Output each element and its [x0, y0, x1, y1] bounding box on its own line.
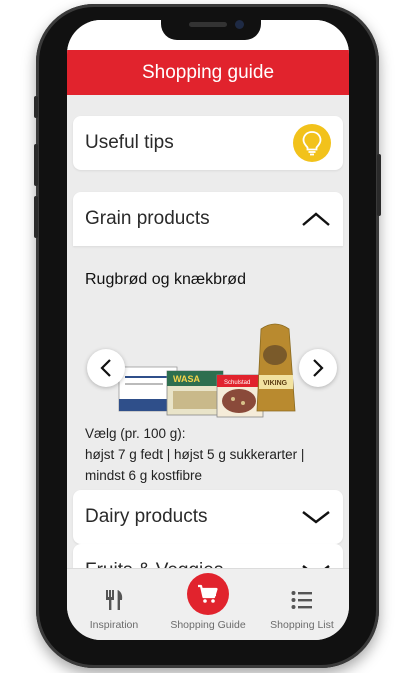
- grain-description: Vælg (pr. 100 g): højst 7 g fedt | højst…: [85, 423, 335, 486]
- dairy-products-card[interactable]: Dairy products: [73, 490, 343, 544]
- phone-power-button: [377, 154, 381, 216]
- grain-products-content: Rugbrød og knækbrød WASA Schulstad VIKIN…: [73, 265, 343, 483]
- useful-tips-label: Useful tips: [85, 132, 174, 153]
- tab-inspiration[interactable]: Inspiration: [67, 569, 161, 640]
- chevron-left-icon: [100, 359, 111, 377]
- product-image-carousel: WASA Schulstad VIKING: [113, 315, 303, 419]
- tab-inspiration-label: Inspiration: [89, 619, 139, 631]
- useful-tips-card[interactable]: Useful tips: [73, 116, 343, 170]
- chevron-right-icon: [313, 359, 324, 377]
- app-screen: Shopping guide Useful tips Grain product…: [67, 20, 349, 640]
- carousel-prev-button[interactable]: [87, 349, 125, 387]
- tab-shopping-list-label: Shopping List: [270, 619, 334, 631]
- carousel-next-button[interactable]: [299, 349, 337, 387]
- bottom-tab-bar: Inspiration Shopping Guide Shopping List: [67, 568, 349, 640]
- phone-side-button: [34, 96, 38, 118]
- viking-product-label: VIKING: [263, 380, 288, 387]
- front-camera: [235, 20, 244, 29]
- grain-description-line: Vælg (pr. 100 g):: [85, 426, 186, 441]
- cart-icon: [187, 573, 229, 615]
- grain-products-card[interactable]: Grain products: [73, 192, 343, 246]
- speaker-grille: [189, 22, 227, 27]
- tab-shopping-guide[interactable]: Shopping Guide: [161, 569, 255, 640]
- tab-shopping-guide-label: Shopping Guide: [170, 619, 246, 631]
- fork-knife-icon: [104, 587, 124, 613]
- list-icon: [291, 587, 313, 613]
- page-title: Shopping guide: [141, 61, 275, 83]
- phone-notch: [161, 14, 261, 40]
- phone-volume-up-button: [34, 144, 38, 186]
- wasa-product-label: WASA: [173, 374, 201, 384]
- app-header: Shopping guide: [67, 50, 349, 95]
- phone-volume-down-button: [34, 196, 38, 238]
- tab-shopping-list[interactable]: Shopping List: [255, 569, 349, 640]
- grain-products-label: Grain products: [85, 208, 210, 229]
- chevron-down-icon[interactable]: [301, 507, 331, 527]
- lightbulb-icon[interactable]: [293, 124, 331, 162]
- grain-description-line: højst 7 g fedt | højst 5 g sukkerarter |: [85, 447, 305, 462]
- dairy-products-label: Dairy products: [85, 506, 208, 527]
- grain-subheading: Rugbrød og knækbrød: [85, 271, 246, 288]
- chevron-up-icon[interactable]: [301, 209, 331, 229]
- schulstad-product-label: Schulstad: [224, 380, 250, 386]
- grain-description-line: mindst 6 g kostfibre: [85, 468, 203, 483]
